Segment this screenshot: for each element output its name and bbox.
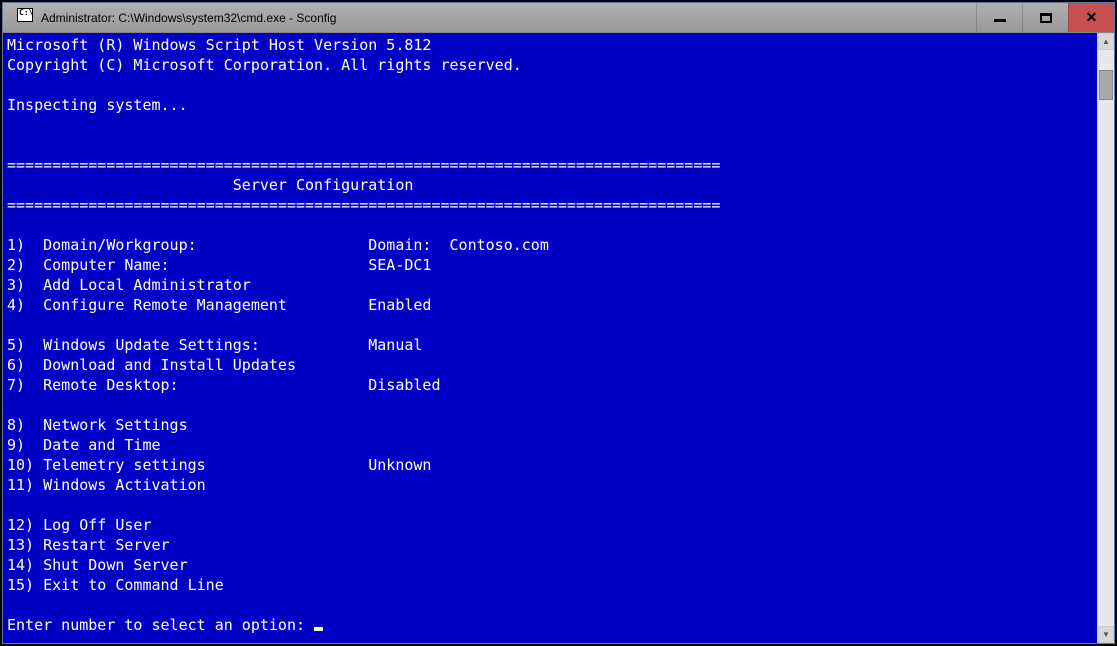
menu-item[interactable]: 3) Add Local Administrator [7,275,1095,295]
menu-item-value: SEA-DC1 [368,256,431,274]
menu-item-label: 9) Date and Time [7,436,368,454]
scroll-up-arrow[interactable]: ▲ [1098,33,1114,50]
menu-item[interactable]: 8) Network Settings [7,415,1095,435]
menu-item-label: 4) Configure Remote Management [7,296,368,314]
menu-item-label: 10) Telemetry settings [7,456,368,474]
vertical-scrollbar[interactable]: ▲ ▼ [1097,33,1114,643]
maximize-button[interactable] [1022,3,1068,32]
cursor [314,627,323,631]
minimize-button[interactable] [976,3,1022,32]
menu-item[interactable]: 2) Computer Name: SEA-DC1 [7,255,1095,275]
scroll-track[interactable] [1098,50,1114,626]
menu-item[interactable]: 6) Download and Install Updates [7,355,1095,375]
menu-list: 1) Domain/Workgroup: Domain: Contoso.com… [7,235,1095,595]
menu-item-value: Manual [368,336,422,354]
menu-item-label: 8) Network Settings [7,416,368,434]
menu-item-label: 13) Restart Server [7,536,368,554]
menu-item-value: Unknown [368,456,431,474]
prompt-text: Enter number to select an option: [7,616,314,634]
scroll-down-arrow[interactable]: ▼ [1098,626,1114,643]
cmd-icon [9,8,33,27]
console-line: Microsoft (R) Windows Script Host Versio… [7,36,431,54]
menu-item[interactable]: 1) Domain/Workgroup: Domain: Contoso.com [7,235,1095,255]
menu-item-label: 15) Exit to Command Line [7,576,368,594]
divider-line: ========================================… [7,156,720,174]
menu-item[interactable]: 10) Telemetry settings Unknown [7,455,1095,475]
window-title: Administrator: C:\Windows\system32\cmd.e… [41,11,976,25]
header-title: Server Configuration [7,176,413,194]
menu-item-label: 14) Shut Down Server [7,556,368,574]
menu-item-value: Domain: Contoso.com [368,236,549,254]
menu-item-label: 3) Add Local Administrator [7,276,368,294]
menu-item-label: 2) Computer Name: [7,256,368,274]
maximize-icon [1040,13,1052,23]
menu-item-value: Disabled [368,376,440,394]
menu-item[interactable]: 12) Log Off User [7,515,1095,535]
titlebar[interactable]: Administrator: C:\Windows\system32\cmd.e… [3,3,1114,33]
menu-item[interactable]: 4) Configure Remote Management Enabled [7,295,1095,315]
client-area: Microsoft (R) Windows Script Host Versio… [3,33,1114,643]
scroll-thumb[interactable] [1099,70,1113,100]
console-line: Copyright (C) Microsoft Corporation. All… [7,56,522,74]
menu-item[interactable]: 7) Remote Desktop: Disabled [7,375,1095,395]
menu-item-label: 11) Windows Activation [7,476,368,494]
inspecting-line: Inspecting system... [7,96,188,114]
minimize-icon [994,19,1006,22]
menu-item-label: 6) Download and Install Updates [7,356,368,374]
menu-item-value: Enabled [368,296,431,314]
menu-item[interactable]: 11) Windows Activation [7,475,1095,495]
menu-item[interactable]: 5) Windows Update Settings: Manual [7,335,1095,355]
close-icon: ✕ [1086,9,1098,26]
menu-item[interactable]: 13) Restart Server [7,535,1095,555]
cmd-window: Administrator: C:\Windows\system32\cmd.e… [2,2,1115,644]
window-controls: ✕ [976,3,1114,32]
console-output[interactable]: Microsoft (R) Windows Script Host Versio… [3,33,1097,643]
menu-item[interactable]: 15) Exit to Command Line [7,575,1095,595]
menu-item-label: 5) Windows Update Settings: [7,336,368,354]
menu-item-label: 1) Domain/Workgroup: [7,236,368,254]
menu-item-label: 7) Remote Desktop: [7,376,368,394]
menu-item[interactable]: 9) Date and Time [7,435,1095,455]
close-button[interactable]: ✕ [1068,3,1114,32]
menu-item[interactable]: 14) Shut Down Server [7,555,1095,575]
menu-item-label: 12) Log Off User [7,516,368,534]
divider-line: ========================================… [7,196,720,214]
